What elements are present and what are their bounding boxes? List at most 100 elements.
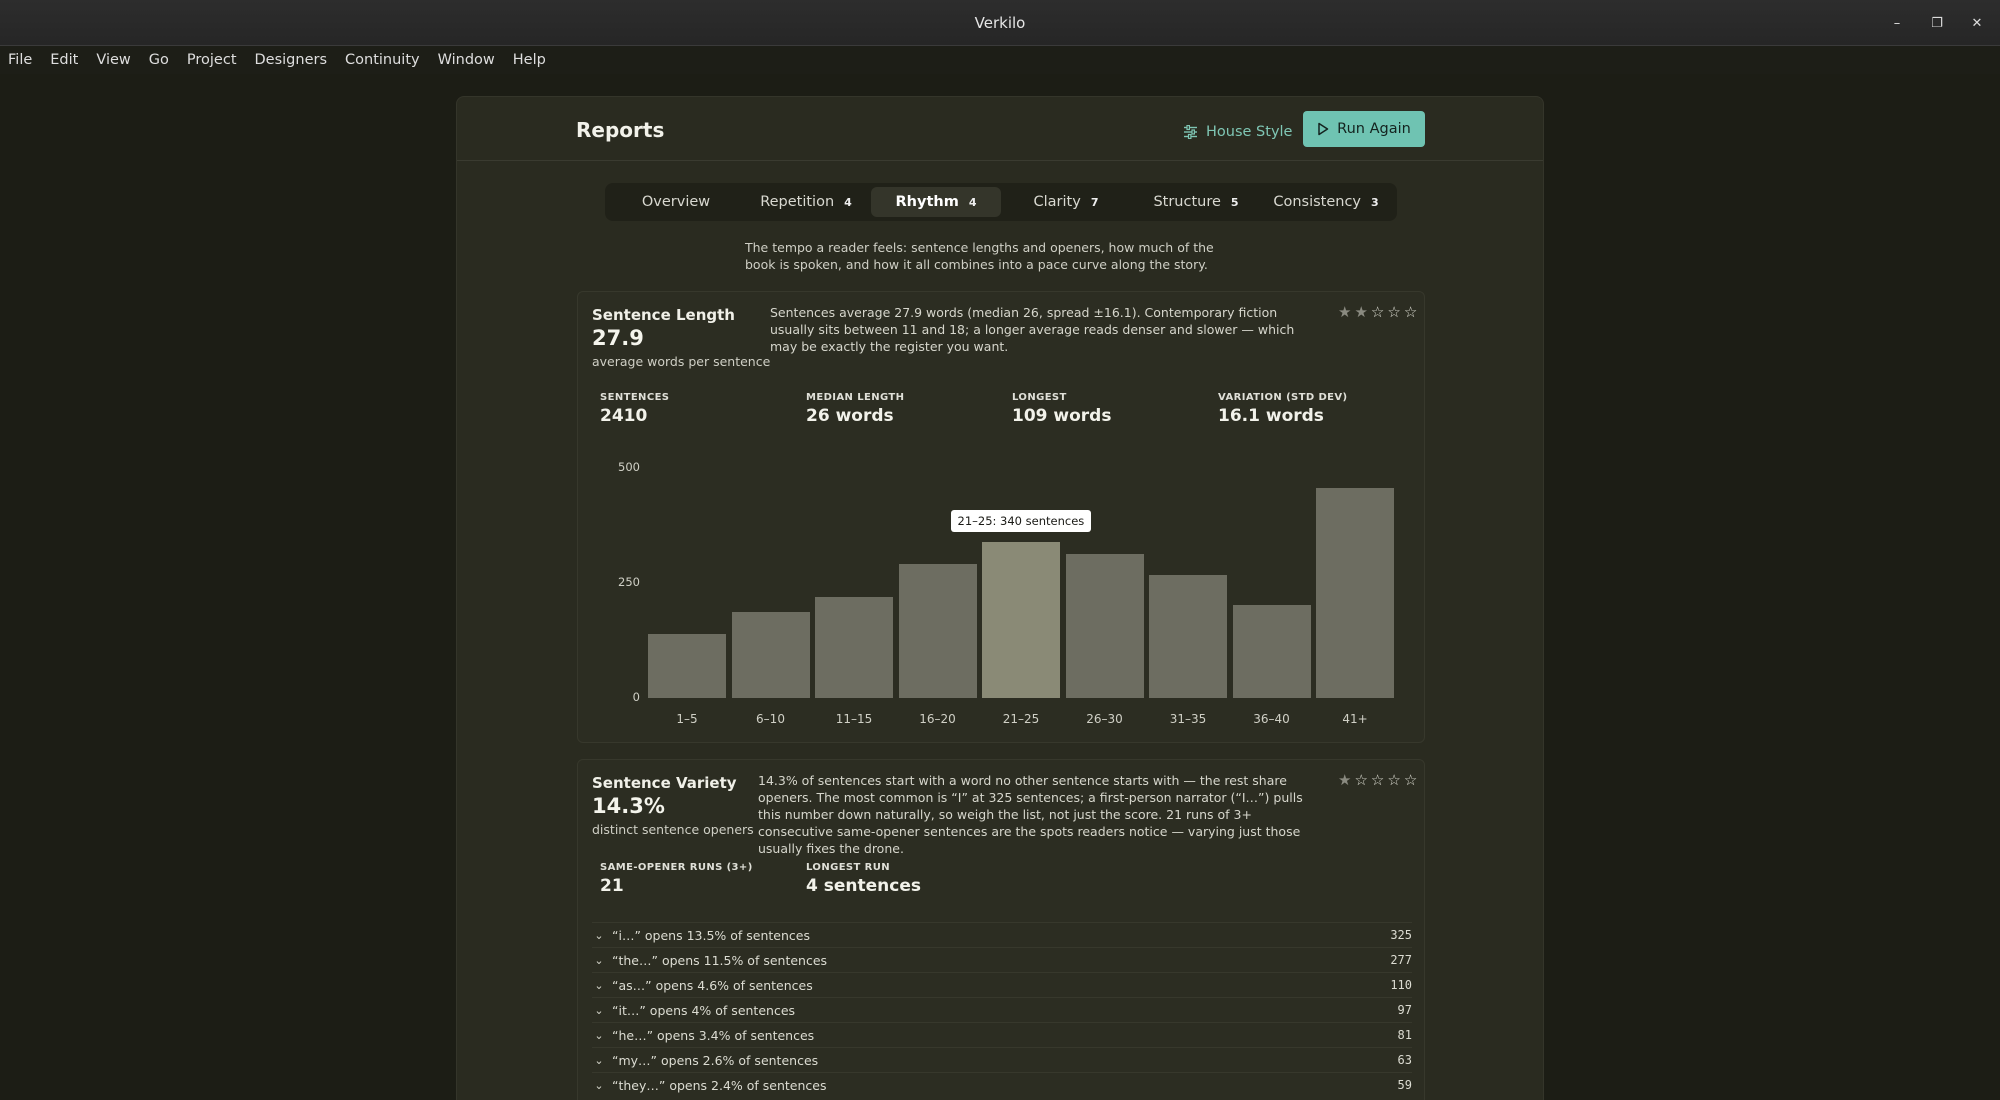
x-tick-label: 16–20 xyxy=(919,712,956,726)
x-tick-label: 41+ xyxy=(1342,712,1368,726)
sliders-icon xyxy=(1184,125,1197,139)
chevron-down-icon: ⌄ xyxy=(594,1053,604,1067)
tab-rhythm[interactable]: Rhythm 4 xyxy=(871,187,1001,217)
menu-designers[interactable]: Designers xyxy=(255,52,337,68)
stat-label: VARIATION (STD DEV) xyxy=(1218,392,1348,403)
opener-row[interactable]: ⌄ “they…” opens 2.4% of sentences 59 xyxy=(592,1072,1412,1097)
tab-repetition[interactable]: Repetition 4 xyxy=(741,187,871,217)
reports-panel: Reports House Style Run Again Overview R… xyxy=(456,96,1544,1100)
menu-go[interactable]: Go xyxy=(149,52,178,68)
x-tick-label: 36–40 xyxy=(1253,712,1290,726)
rating-stars: ★ ★ ☆ ☆ ☆ xyxy=(1338,304,1417,320)
card-description: 14.3% of sentences start with a word no … xyxy=(758,773,1303,856)
tab-clarity[interactable]: Clarity 7 xyxy=(1001,187,1131,217)
opener-row[interactable]: ⌄ “the…” opens 11.5% of sentences 277 xyxy=(592,947,1412,972)
run-again-button[interactable]: Run Again xyxy=(1303,111,1425,147)
opener-row[interactable]: ⌄ “my…” opens 2.6% of sentences 63 xyxy=(592,1047,1412,1072)
tab-count: 7 xyxy=(1090,195,1099,209)
menu-edit[interactable]: Edit xyxy=(50,52,87,68)
star-empty-icon: ☆ xyxy=(1370,303,1385,321)
star-empty-icon: ☆ xyxy=(1370,771,1385,789)
chevron-down-icon: ⌄ xyxy=(594,1003,604,1017)
card-metric: 27.9 xyxy=(592,326,644,350)
opener-row[interactable]: ⌄ “i…” opens 13.5% of sentences 325 xyxy=(592,922,1412,947)
x-tick-label: 21–25 xyxy=(1002,712,1040,726)
menu-file[interactable]: File xyxy=(8,52,41,68)
minimize-icon[interactable]: – xyxy=(1888,14,1906,32)
opener-count: 81 xyxy=(1397,1028,1412,1042)
page-title: Reports xyxy=(576,118,665,142)
star-filled-icon: ★ xyxy=(1338,303,1352,321)
maximize-icon[interactable]: ❐ xyxy=(1928,14,1946,32)
tab-count: 5 xyxy=(1230,195,1239,209)
star-filled-icon: ★ xyxy=(1354,303,1368,321)
star-filled-icon: ★ xyxy=(1338,771,1352,789)
card-title: Sentence Length xyxy=(592,306,735,324)
opener-row[interactable]: ⌄ “he…” opens 3.4% of sentences 81 xyxy=(592,1022,1412,1047)
sentence-variety-card: Sentence Variety 14.3% distinct sentence… xyxy=(577,759,1425,1100)
y-tick-label: 500 xyxy=(618,460,640,474)
opener-count: 110 xyxy=(1390,978,1412,992)
chevron-down-icon: ⌄ xyxy=(594,978,604,992)
histogram-bar[interactable] xyxy=(815,597,893,698)
stat-label: LONGEST xyxy=(1012,392,1067,403)
opener-text: “he…” opens 3.4% of sentences xyxy=(612,1027,815,1043)
stat-value: 16.1 words xyxy=(1218,406,1324,426)
stat-value: 26 words xyxy=(806,406,894,426)
y-tick-label: 250 xyxy=(618,575,640,589)
histogram-bar[interactable] xyxy=(898,564,977,698)
stat-longest: LONGEST 109 words xyxy=(1012,392,1111,426)
x-tick-label: 11–15 xyxy=(835,712,873,726)
menu-help[interactable]: Help xyxy=(513,52,555,68)
tab-consistency[interactable]: Consistency 3 xyxy=(1261,187,1391,217)
opener-text: “my…” opens 2.6% of sentences xyxy=(612,1052,819,1068)
house-style-label: House Style xyxy=(1206,124,1293,140)
house-style-button[interactable]: House Style xyxy=(1183,115,1295,149)
opener-text: “they…” opens 2.4% of sentences xyxy=(612,1077,827,1093)
card-description: Sentences average 27.9 words (median 26,… xyxy=(770,305,1295,354)
tab-count: 3 xyxy=(1371,195,1379,209)
opener-count: 325 xyxy=(1390,928,1412,942)
tab-label: Structure xyxy=(1153,194,1221,210)
histogram-bar[interactable] xyxy=(648,633,726,698)
y-tick-label: 0 xyxy=(632,690,640,704)
opener-text: “i…” opens 13.5% of sentences xyxy=(612,927,810,943)
tab-count: 4 xyxy=(844,195,852,209)
histogram-bar[interactable] xyxy=(731,611,810,698)
tab-overview[interactable]: Overview xyxy=(611,187,741,217)
histogram-bar[interactable] xyxy=(1232,605,1311,698)
card-metric-label: average words per sentence xyxy=(592,354,771,369)
menu-project[interactable]: Project xyxy=(187,52,246,68)
rating-stars: ★ ☆ ☆ ☆ ☆ xyxy=(1338,772,1417,788)
window-controls: – ❐ ✕ xyxy=(1888,0,1986,46)
close-icon[interactable]: ✕ xyxy=(1968,14,1986,32)
histogram-bar[interactable] xyxy=(1149,574,1227,698)
star-empty-icon: ☆ xyxy=(1387,303,1401,321)
rhythm-intro: The tempo a reader feels: sentence lengt… xyxy=(745,240,1214,272)
opener-count: 277 xyxy=(1390,953,1412,967)
opener-count: 59 xyxy=(1397,1078,1412,1092)
star-empty-icon: ☆ xyxy=(1403,771,1418,789)
x-tick-label: 6–10 xyxy=(756,712,785,726)
histogram-bar[interactable] xyxy=(1065,554,1144,698)
opener-row[interactable]: ⌄ “it…” opens 4% of sentences 97 xyxy=(592,997,1412,1022)
stat-value: 2410 xyxy=(600,406,648,426)
x-tick-label: 31–35 xyxy=(1169,712,1207,726)
menu-view[interactable]: View xyxy=(96,52,139,68)
opener-text: “the…” opens 11.5% of sentences xyxy=(612,952,828,968)
sentence-length-card: Sentence Length 27.9 average words per s… xyxy=(577,291,1425,743)
menu-continuity[interactable]: Continuity xyxy=(345,52,429,68)
x-tick-label: 1–5 xyxy=(676,712,698,726)
play-icon xyxy=(1318,122,1329,136)
tab-structure[interactable]: Structure 5 xyxy=(1131,187,1261,217)
panel-header: Reports House Style Run Again xyxy=(457,97,1543,161)
opener-row[interactable]: ⌄ “as…” opens 4.6% of sentences 110 xyxy=(592,972,1412,997)
menu-window[interactable]: Window xyxy=(438,52,504,68)
tab-label: Repetition xyxy=(760,194,835,210)
chevron-down-icon: ⌄ xyxy=(594,953,604,967)
histogram-bar[interactable] xyxy=(982,541,1060,698)
opener-text: “it…” opens 4% of sentences xyxy=(612,1002,796,1018)
card-title: Sentence Variety xyxy=(592,774,737,792)
histogram-bar[interactable] xyxy=(1316,487,1394,698)
tab-label: Consistency xyxy=(1273,194,1362,210)
